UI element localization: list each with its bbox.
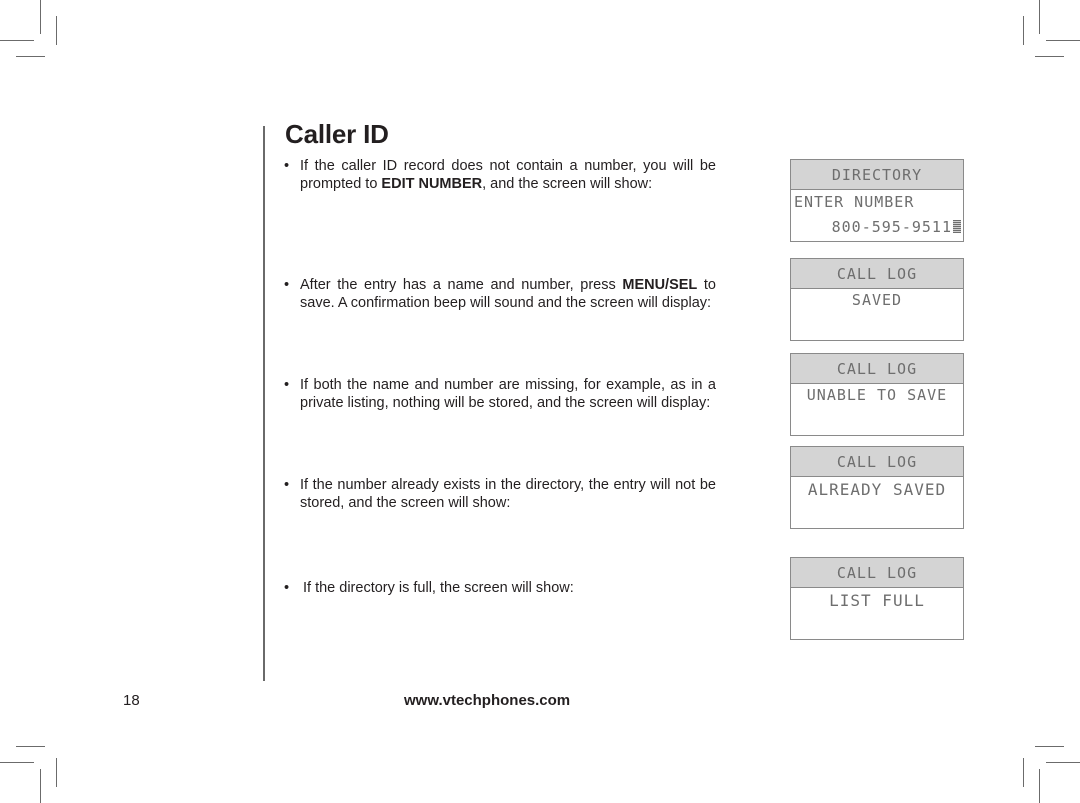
bullet-already-saved: • If the number already exists in the di… — [284, 476, 716, 512]
key-label: EDIT NUMBER — [381, 176, 483, 192]
lcd-screen-directory: DIRECTORY ENTER NUMBER 800-595-9511 — [790, 159, 964, 242]
bullet-marker: • — [284, 377, 290, 393]
bullet-text: If the caller ID record does not contain… — [300, 158, 716, 192]
crop-mark — [1023, 16, 1024, 45]
crop-mark — [40, 769, 41, 803]
crop-mark — [0, 40, 34, 41]
lcd-line: ALREADY SAVED — [807, 480, 947, 499]
lcd-line: LIST FULL — [829, 591, 925, 610]
lcd-body: ENTER NUMBER 800-595-9511 — [791, 190, 963, 241]
bullet-text: If the directory is full, the screen wil… — [303, 580, 574, 596]
crop-mark — [56, 758, 57, 787]
lcd-screen-list-full: CALL LOG LIST FULL — [790, 557, 964, 640]
footer-url[interactable]: www.vtechphones.com — [404, 692, 570, 709]
lcd-line: 800-595-9511 — [791, 218, 961, 236]
bullet-marker: • — [284, 580, 290, 596]
lcd-header: CALL LOG — [791, 447, 963, 477]
crop-mark — [0, 762, 34, 763]
bullet-unable-to-save: • If both the name and number are missin… — [284, 376, 716, 412]
lcd-body: UNABLE TO SAVE — [791, 384, 963, 435]
lcd-header: DIRECTORY — [791, 160, 963, 190]
phone-number: 800-595-9511 — [831, 218, 952, 236]
lcd-screen-unable-to-save: CALL LOG UNABLE TO SAVE — [790, 353, 964, 436]
lcd-line: UNABLE TO SAVE — [806, 386, 948, 404]
crop-mark — [16, 746, 45, 747]
bullet-save-entry: • After the entry has a name and number,… — [284, 276, 716, 312]
lcd-body: ALREADY SAVED — [791, 477, 963, 528]
lcd-screen-already-saved: CALL LOG ALREADY SAVED — [790, 446, 964, 529]
lcd-screen-saved: CALL LOG SAVED — [790, 258, 964, 341]
lcd-body: SAVED — [791, 289, 963, 340]
crop-mark — [1035, 56, 1064, 57]
crop-mark — [56, 16, 57, 45]
lcd-header: CALL LOG — [791, 558, 963, 588]
crop-mark — [40, 0, 41, 34]
lcd-header: CALL LOG — [791, 354, 963, 384]
bullet-list-full: • If the directory is full, the screen w… — [284, 579, 716, 597]
crop-mark — [1023, 758, 1024, 787]
page-number: 18 — [123, 692, 140, 709]
key-label: MENU/SEL — [622, 277, 698, 293]
lcd-line: ENTER NUMBER — [794, 193, 915, 211]
lcd-line: SAVED — [851, 291, 903, 309]
crop-mark — [1046, 40, 1080, 41]
bullet-text: After the entry has a name and number, p… — [300, 277, 716, 311]
crop-mark — [1039, 769, 1040, 803]
bullet-marker: • — [284, 158, 290, 174]
crop-mark — [1035, 746, 1064, 747]
crop-mark — [1046, 762, 1080, 763]
lcd-body: LIST FULL — [791, 588, 963, 639]
bullet-marker: • — [284, 277, 290, 293]
lcd-header: CALL LOG — [791, 259, 963, 289]
crop-mark — [16, 56, 45, 57]
page-title: Caller ID — [285, 119, 389, 149]
bullet-text: If both the name and number are missing,… — [300, 377, 716, 411]
bullet-text: If the number already exists in the dire… — [300, 477, 716, 511]
crop-mark — [1039, 0, 1040, 34]
bullet-edit-number: • If the caller ID record does not conta… — [284, 157, 716, 193]
block-cursor-icon — [953, 220, 961, 233]
bullet-marker: • — [284, 477, 290, 493]
section-rule — [263, 126, 265, 681]
